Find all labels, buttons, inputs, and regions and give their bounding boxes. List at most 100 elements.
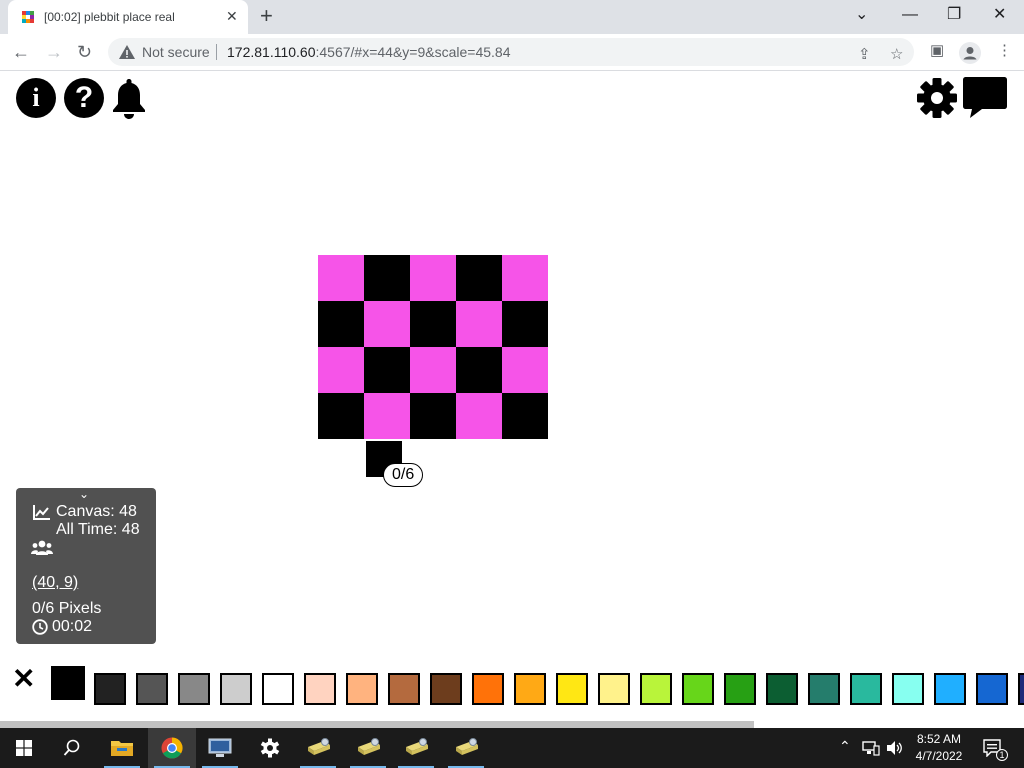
canvas-pixel[interactable] — [364, 301, 410, 347]
pixel-canvas[interactable] — [318, 255, 548, 439]
palette-swatch[interactable] — [178, 673, 210, 705]
canvas-pixel[interactable] — [502, 255, 548, 301]
minimize-button[interactable]: — — [902, 5, 918, 25]
palette-swatch[interactable] — [766, 673, 798, 705]
palette-swatch[interactable] — [94, 673, 126, 705]
browser-toolbar: ← → ↻ Not secure 172.81.110.60:4567/#x=4… — [0, 34, 1024, 71]
palette-swatch[interactable] — [346, 673, 378, 705]
palette-swatch[interactable] — [556, 673, 588, 705]
taskbar-app-3[interactable] — [392, 728, 440, 768]
palette-swatch-selected[interactable] — [51, 666, 85, 700]
canvas-pixel[interactable] — [410, 255, 456, 301]
share-icon[interactable]: ⇪ — [858, 45, 871, 65]
windows-start-button[interactable] — [0, 728, 48, 768]
profile-icon[interactable] — [959, 42, 981, 64]
palette-swatch[interactable] — [430, 673, 462, 705]
windows-start-icon — [16, 740, 32, 756]
canvas-pixel[interactable] — [456, 255, 502, 301]
palette-swatch[interactable] — [472, 673, 504, 705]
palette-swatch[interactable] — [1018, 673, 1024, 705]
palette-swatch[interactable] — [724, 673, 756, 705]
canvas-pixel[interactable] — [364, 393, 410, 439]
browser-tab-bar: [00:02] plebbit place real ✕ + ⌄ — ❐ ✕ — [0, 0, 1024, 34]
info-icon[interactable]: i — [16, 78, 56, 118]
canvas-pixel[interactable] — [318, 393, 364, 439]
palette-swatch[interactable] — [220, 673, 252, 705]
tray-chevron-icon[interactable]: ⌃ — [839, 738, 851, 755]
taskbar-file-explorer[interactable] — [98, 728, 146, 768]
canvas-pixel[interactable] — [502, 393, 548, 439]
canvas-pixel[interactable] — [318, 347, 364, 393]
canvas-pixel[interactable] — [456, 301, 502, 347]
palette-swatch[interactable] — [304, 673, 336, 705]
gear-icon[interactable] — [916, 77, 958, 119]
palette-swatch[interactable] — [388, 673, 420, 705]
tab-search-chevron-icon[interactable]: ⌄ — [855, 5, 868, 25]
taskbar-settings[interactable] — [246, 728, 294, 768]
palette-swatch[interactable] — [976, 673, 1008, 705]
canvas-pixel[interactable] — [456, 347, 502, 393]
canvas-pixel[interactable] — [456, 393, 502, 439]
bell-icon[interactable] — [110, 77, 148, 119]
url-host: 172.81.110.60 — [227, 44, 316, 60]
canvas-pixel[interactable] — [318, 301, 364, 347]
palette-swatch[interactable] — [892, 673, 924, 705]
tab-close-button[interactable]: ✕ — [226, 8, 238, 24]
star-icon[interactable]: ☆ — [890, 45, 903, 65]
palette-swatch[interactable] — [850, 673, 882, 705]
url-text[interactable]: 172.81.110.60:4567/#x=44&y=9&scale=45.84 — [227, 44, 511, 60]
palette-swatch[interactable] — [514, 673, 546, 705]
stats-panel: ⌄ Canvas: 48 All Time: 48 (40, 9) 0/6 Pi… — [16, 487, 156, 644]
canvas-pixel[interactable] — [502, 301, 548, 347]
menu-icon[interactable]: ⋮ — [997, 41, 1012, 61]
sidebar-icon[interactable]: ▣ — [930, 41, 944, 61]
canvas-pixel[interactable] — [410, 347, 456, 393]
volume-icon[interactable] — [886, 740, 904, 756]
palette-swatch[interactable] — [640, 673, 672, 705]
taskbar-app-4[interactable] — [442, 728, 490, 768]
palette-swatch[interactable] — [682, 673, 714, 705]
taskbar-chrome[interactable] — [148, 728, 196, 768]
users-icon — [31, 540, 53, 555]
reload-button[interactable]: ↻ — [77, 40, 92, 64]
file-explorer-icon — [111, 741, 133, 756]
palette-swatch[interactable] — [136, 673, 168, 705]
taskbar-app-2[interactable] — [344, 728, 392, 768]
canvas-pixel[interactable] — [364, 347, 410, 393]
tab-title: [00:02] plebbit place real — [44, 10, 175, 24]
chart-icon — [33, 505, 50, 520]
address-bar[interactable]: Not secure 172.81.110.60:4567/#x=44&y=9&… — [108, 38, 914, 66]
canvas-pixel[interactable] — [410, 393, 456, 439]
palette-swatch[interactable] — [808, 673, 840, 705]
palette-swatch[interactable] — [262, 673, 294, 705]
taskbar-clock-date[interactable]: 4/7/2022 — [910, 749, 968, 763]
canvas-pixel[interactable] — [410, 301, 456, 347]
palette-swatch[interactable] — [598, 673, 630, 705]
browser-tab[interactable]: [00:02] plebbit place real ✕ — [8, 0, 248, 34]
back-button[interactable]: ← — [12, 40, 30, 64]
warning-icon — [119, 45, 135, 59]
chat-icon[interactable] — [962, 75, 1008, 119]
windows-taskbar: ⌃ 8:52 AM 4/7/2022 1 — [0, 728, 1024, 768]
network-tray-icon[interactable] — [862, 740, 880, 756]
canvas-pixel[interactable] — [364, 255, 410, 301]
chrome-icon — [161, 737, 183, 759]
collapse-chevron-icon[interactable]: ⌄ — [79, 487, 89, 501]
canvas-pixel[interactable] — [318, 255, 364, 301]
taskbar-search-button[interactable] — [48, 728, 96, 768]
taskbar-app-1[interactable] — [294, 728, 342, 768]
help-icon[interactable]: ? — [64, 78, 104, 118]
restore-button[interactable]: ❐ — [947, 5, 961, 25]
window-close-button[interactable]: ✕ — [993, 5, 1006, 25]
horizontal-scrollbar[interactable] — [0, 721, 754, 728]
palette-swatch[interactable] — [934, 673, 966, 705]
cursor-pixel-count-badge: 0/6 — [383, 463, 424, 487]
not-secure-label[interactable]: Not secure — [142, 44, 210, 60]
forward-button[interactable]: → — [45, 40, 63, 64]
taskbar-clock-time[interactable]: 8:52 AM — [910, 732, 968, 746]
canvas-pixel[interactable] — [502, 347, 548, 393]
app-icon-2 — [358, 738, 380, 755]
coordinates-link[interactable]: (40, 9) — [32, 574, 78, 592]
new-tab-button[interactable]: + — [260, 5, 273, 27]
taskbar-network-monitor[interactable] — [196, 728, 244, 768]
